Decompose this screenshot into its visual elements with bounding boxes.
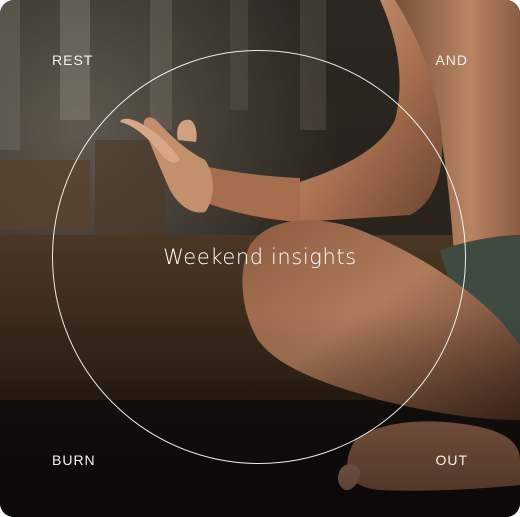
corner-label-bottom-right: OUT — [435, 452, 468, 468]
insight-card[interactable]: REST AND BURN OUT Weekend insights — [0, 0, 520, 517]
corner-label-top-left: REST — [52, 52, 94, 68]
headline: Weekend insights — [163, 245, 357, 269]
corner-label-top-right: AND — [435, 52, 468, 68]
corner-label-bottom-left: BURN — [52, 452, 96, 468]
